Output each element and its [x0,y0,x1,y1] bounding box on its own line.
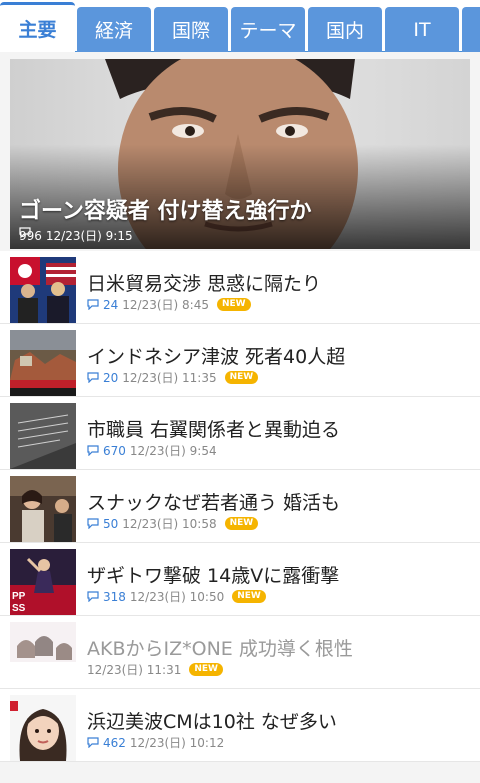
comment-count: 24 [103,297,119,312]
article-timestamp: 12/23(日) 10:50 [129,590,225,604]
article-item[interactable]: 市職員 右翼関係者と異動迫る 670 12/23(日) 9:54 [0,397,480,470]
article-thumbnail [10,403,76,469]
comment-icon [19,227,31,238]
article-title: スナックなぜ若者通う 婚活も [87,492,341,514]
article-thumbnail [10,695,76,761]
article-thumbnail [10,622,76,688]
article-timestamp: 12/23(日) 11:31 [87,663,182,677]
article-item[interactable]: 日米貿易交渉 思惑に隔たり 24 12/23(日) 8:45 NEW [0,251,480,324]
new-badge: NEW [224,371,259,384]
comment-icon [87,591,99,602]
tab-more[interactable] [462,7,480,52]
comment-icon [87,372,99,383]
hero-title: ゴーン容疑者 付け替え強行か [19,199,312,224]
tab-economy[interactable]: 経済 [77,7,151,52]
hero-article[interactable]: ゴーン容疑者 付け替え強行か 996 12/23(日) 9:15 [10,59,470,249]
tab-label: 経済 [94,20,133,42]
new-badge: NEW [189,663,223,676]
article-meta: 12/23(日) 11:31 NEW [87,661,223,678]
tab-it[interactable]: IT [385,7,459,52]
comment-icon [87,518,99,529]
category-tab-bar: 主要 経済 国際 テーマ 国内 IT [0,0,480,52]
article-meta: 462 12/23(日) 10:12 [87,734,224,751]
article-timestamp: 12/23(日) 10:58 [122,517,217,531]
article-item[interactable]: PP SS ザギトワ撃破 14歳Vに露衝撃 318 12/23(日) 10:50… [0,543,480,616]
article-meta: 20 12/23(日) 11:35 NEW [87,369,259,386]
comment-icon [87,445,99,456]
article-title: 市職員 右翼関係者と異動迫る [87,419,341,441]
comment-count: 50 [103,516,119,531]
tab-international[interactable]: 国際 [154,7,228,52]
article-item[interactable]: 浜辺美波CMは10社 なぜ多い 462 12/23(日) 10:12 [0,689,480,762]
svg-text:PP: PP [12,591,26,602]
article-timestamp: 12/23(日) 9:54 [129,444,217,458]
article-thumbnail [10,476,76,542]
tab-theme[interactable]: テーマ [231,7,305,52]
comment-count: 318 [103,589,126,604]
article-item[interactable]: AKBからIZ*ONE 成功導く根性 12/23(日) 11:31 NEW [0,616,480,689]
article-meta: 50 12/23(日) 10:58 NEW [87,515,259,532]
new-badge: NEW [224,517,259,530]
article-meta: 670 12/23(日) 9:54 [87,442,217,459]
article-thumbnail [10,330,76,396]
svg-text:SS: SS [12,603,26,614]
new-badge: NEW [217,298,251,311]
article-title: AKBからIZ*ONE 成功導く根性 [87,638,353,660]
comment-count: 670 [103,443,126,458]
tab-label: 国際 [171,20,210,42]
hero-timestamp: 12/23(日) 9:15 [45,229,133,243]
article-title: ザギトワ撃破 14歳Vに露衝撃 [87,565,340,587]
comment-icon [87,737,99,748]
article-meta: 318 12/23(日) 10:50 NEW [87,588,266,605]
article-item[interactable]: スナックなぜ若者通う 婚活も 50 12/23(日) 10:58 NEW [0,470,480,543]
article-thumbnail [10,257,76,323]
article-title: インドネシア津波 死者40人超 [87,346,346,368]
article-meta: 24 12/23(日) 8:45 NEW [87,296,251,313]
tab-label: テーマ [239,20,297,42]
new-badge: NEW [232,590,266,603]
tab-label: 国内 [325,20,364,42]
tab-label: IT [413,18,431,41]
article-timestamp: 12/23(日) 11:35 [122,371,217,385]
article-title: 浜辺美波CMは10社 なぜ多い [87,711,337,733]
tab-domestic[interactable]: 国内 [308,7,382,52]
hero-meta: 996 12/23(日) 9:15 [19,227,133,244]
article-thumbnail: PP SS [10,549,76,615]
article-timestamp: 12/23(日) 10:12 [129,736,225,750]
tab-main[interactable]: 主要 [0,2,75,52]
comment-count: 462 [103,735,126,750]
tab-label: 主要 [18,19,57,41]
article-item[interactable]: インドネシア津波 死者40人超 20 12/23(日) 11:35 NEW [0,324,480,397]
comment-count: 20 [103,370,119,385]
comment-icon [87,299,99,310]
article-title: 日米貿易交渉 思惑に隔たり [87,273,322,295]
article-timestamp: 12/23(日) 8:45 [122,298,209,312]
